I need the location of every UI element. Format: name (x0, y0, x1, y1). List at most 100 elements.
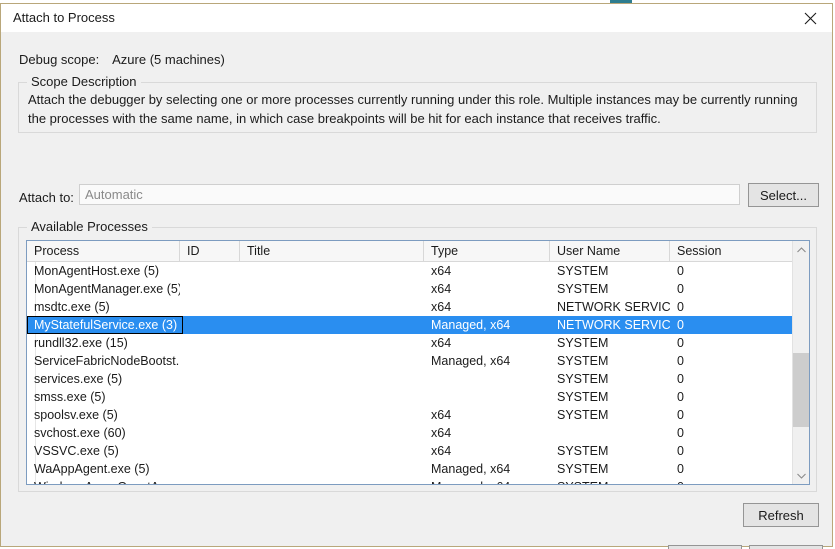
cell-session: 0 (677, 264, 684, 278)
cell-type: x64 (431, 336, 452, 350)
debug-scope-row: Debug scope: Azure (5 machines) (19, 52, 225, 67)
cell-session: 0 (677, 300, 684, 314)
cell-id (180, 478, 240, 484)
table-row[interactable]: MyStatefulService.exe (3) Managed, x64 NET… (27, 316, 809, 334)
column-header-type[interactable]: Type (424, 241, 550, 261)
table-row[interactable]: WindowsAzureGuestAge... Managed, x64SYSTE… (27, 478, 809, 484)
table-row[interactable]: smss.exe (5) SYSTEM 0 (27, 388, 809, 406)
cell-type: Managed, x64 (424, 478, 550, 484)
attach-button[interactable]: Attach (668, 545, 742, 549)
attach-to-process-dialog: Attach to Process Debug scope: Azure (5 … (0, 3, 833, 549)
cell-user-name (550, 424, 670, 442)
debug-scope-value: Azure (5 machines) (112, 52, 225, 67)
cell-process: MyStatefulService.exe (3) (27, 316, 184, 334)
cell-user-name: SYSTEM (557, 408, 609, 422)
select-button[interactable]: Select... (748, 183, 819, 207)
screenshot-root: Attach to Process Debug scope: Azure (5 … (0, 0, 835, 549)
scroll-thumb[interactable] (793, 353, 809, 427)
dialog-title: Attach to Process (13, 10, 115, 25)
table-row[interactable]: WaAppAgent.exe (5) Managed, x64 SYSTEM 0 (27, 460, 809, 478)
cell-process: MonAgentManager.exe (5) (34, 282, 180, 296)
cell-user-name: SYSTEM (550, 478, 670, 484)
cell-id (180, 424, 240, 442)
cell-type: x64 (431, 300, 452, 314)
cell-session: 0 (677, 354, 684, 368)
attach-to-input[interactable] (79, 184, 740, 205)
cell-type: x64 (431, 282, 452, 296)
table-row[interactable]: svchost.exe (60) x64 0 (27, 424, 809, 442)
cell-process: WindowsAzureGuestAge... (27, 478, 180, 484)
cell-user-name: SYSTEM (557, 282, 609, 296)
column-header-process[interactable]: Process (27, 241, 180, 261)
cell-process: spoolsv.exe (5) (34, 408, 118, 422)
cell-id (180, 388, 240, 406)
cell-title (240, 370, 424, 388)
cell-title (240, 442, 424, 460)
scroll-up-icon[interactable] (793, 241, 809, 258)
cell-type: Managed, x64 (431, 354, 511, 368)
cell-session: 0 (677, 318, 684, 332)
cell-process: MonAgentHost.exe (5) (34, 264, 160, 278)
cell-user-name: SYSTEM (557, 336, 609, 350)
cell-user-name: SYSTEM (557, 354, 609, 368)
cell-process: VSSVC.exe (5) (34, 444, 119, 458)
cell-id (180, 316, 240, 334)
cancel-button[interactable]: Cancel (749, 545, 823, 549)
refresh-button[interactable]: Refresh (743, 503, 819, 527)
table-row[interactable]: rundll32.exe (15) x64 SYSTEM 0 (27, 334, 809, 352)
cell-session: 0 (677, 390, 684, 404)
column-header-id[interactable]: ID (180, 241, 240, 261)
process-listview[interactable]: Process ID Title Type User Name Session MonAg… (26, 240, 810, 485)
cell-process: smss.exe (5) (34, 390, 106, 404)
cell-id (180, 442, 240, 460)
cell-user-name: SYSTEM (557, 264, 609, 278)
cell-user-name: NETWORK SERVICE (557, 318, 670, 332)
column-header-title[interactable]: Title (240, 241, 424, 261)
close-icon[interactable] (788, 4, 832, 32)
cell-id (180, 334, 240, 352)
cell-session: 0 (677, 462, 684, 476)
cell-type (424, 370, 550, 388)
cell-session: 0 (677, 372, 684, 386)
cell-title (240, 298, 424, 316)
column-header-session[interactable]: Session (670, 241, 794, 261)
cell-title (240, 334, 424, 352)
cell-title (240, 262, 424, 280)
process-list-rows[interactable]: MonAgentHost.exe (5) x64 SYSTEM 0 MonAgentMa… (27, 262, 809, 484)
cell-session: 0 (670, 478, 794, 484)
cell-type: x64 (431, 408, 452, 422)
cell-user-name: SYSTEM (557, 444, 609, 458)
cell-process: ServiceFabricNodeBootst... (34, 354, 180, 368)
cell-title (240, 280, 424, 298)
cell-process: msdtc.exe (5) (34, 300, 110, 314)
cell-process: svchost.exe (60) (34, 426, 126, 440)
cell-id (180, 352, 240, 370)
cell-id (180, 370, 240, 388)
cell-process: services.exe (5) (34, 372, 123, 386)
process-list-scrollbar[interactable] (792, 241, 809, 484)
table-row[interactable]: VSSVC.exe (5) x64 SYSTEM 0 (27, 442, 809, 460)
table-row[interactable]: MonAgentHost.exe (5) x64 SYSTEM 0 (27, 262, 809, 280)
cell-session: 0 (677, 336, 684, 350)
cell-id (180, 406, 240, 424)
cell-title (240, 424, 424, 442)
scope-description-group: Scope Description Attach the debugger by… (18, 74, 817, 133)
table-row[interactable]: ServiceFabricNodeBootst... Managed, x64 SY… (27, 352, 809, 370)
process-list-header[interactable]: Process ID Title Type User Name Session (27, 241, 809, 262)
table-row[interactable]: MonAgentManager.exe (5) x64 SYSTEM 0 (27, 280, 809, 298)
cell-title (240, 352, 424, 370)
cell-user-name: SYSTEM (557, 372, 609, 386)
cell-title (240, 388, 424, 406)
table-row[interactable]: services.exe (5) SYSTEM 0 (27, 370, 809, 388)
cell-type (424, 388, 550, 406)
table-row[interactable]: spoolsv.exe (5) x64 SYSTEM 0 (27, 406, 809, 424)
column-header-user-name[interactable]: User Name (550, 241, 670, 261)
cell-type: x64 (431, 264, 452, 278)
dialog-titlebar: Attach to Process (1, 4, 832, 33)
table-row[interactable]: msdtc.exe (5) x64 NETWORK SERVICE 0 (27, 298, 809, 316)
cell-user-name: NETWORK SERVICE (557, 300, 670, 314)
cell-id (180, 280, 240, 298)
cell-type: Managed, x64 (431, 318, 511, 332)
scroll-down-icon[interactable] (793, 467, 809, 484)
cell-session: 0 (677, 426, 684, 440)
